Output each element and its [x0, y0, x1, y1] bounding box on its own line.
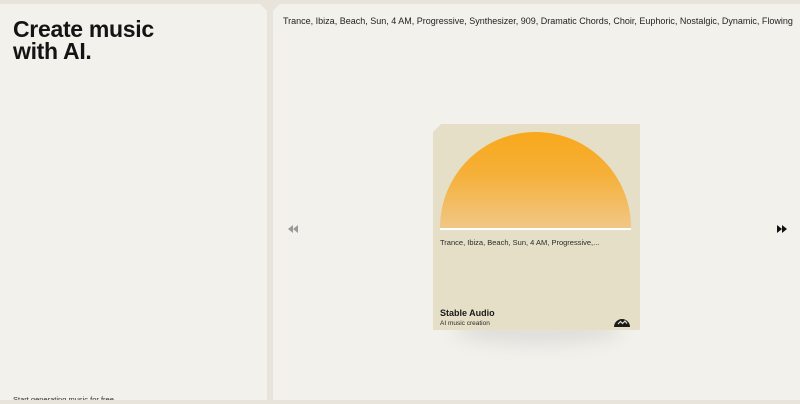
hero-title-line-2: with AI. [13, 38, 92, 64]
card-subtitle: AI music creation [440, 320, 490, 327]
showcase-panel: Trance, Ibiza, Beach, Sun, 4 AM, Progres… [273, 4, 800, 400]
previous-track-button[interactable] [286, 222, 300, 234]
album-card[interactable]: Trance, Ibiza, Beach, Sun, 4 AM, Progres… [433, 124, 640, 330]
hero-panel: Create music with AI. Start generating m… [0, 4, 267, 400]
sun-artwork [440, 132, 631, 228]
prompt-text: Trance, Ibiza, Beach, Sun, 4 AM, Progres… [283, 16, 793, 26]
card-title: Stable Audio [440, 308, 495, 318]
hero-title: Create music with AI. [13, 18, 213, 64]
stable-audio-logo-icon [614, 319, 630, 327]
horizon-line [440, 228, 631, 230]
next-track-button[interactable] [775, 222, 789, 234]
fast-forward-icon [777, 225, 787, 233]
card-prompt-preview: Trance, Ibiza, Beach, Sun, 4 AM, Progres… [440, 238, 600, 247]
rewind-icon [288, 225, 298, 233]
